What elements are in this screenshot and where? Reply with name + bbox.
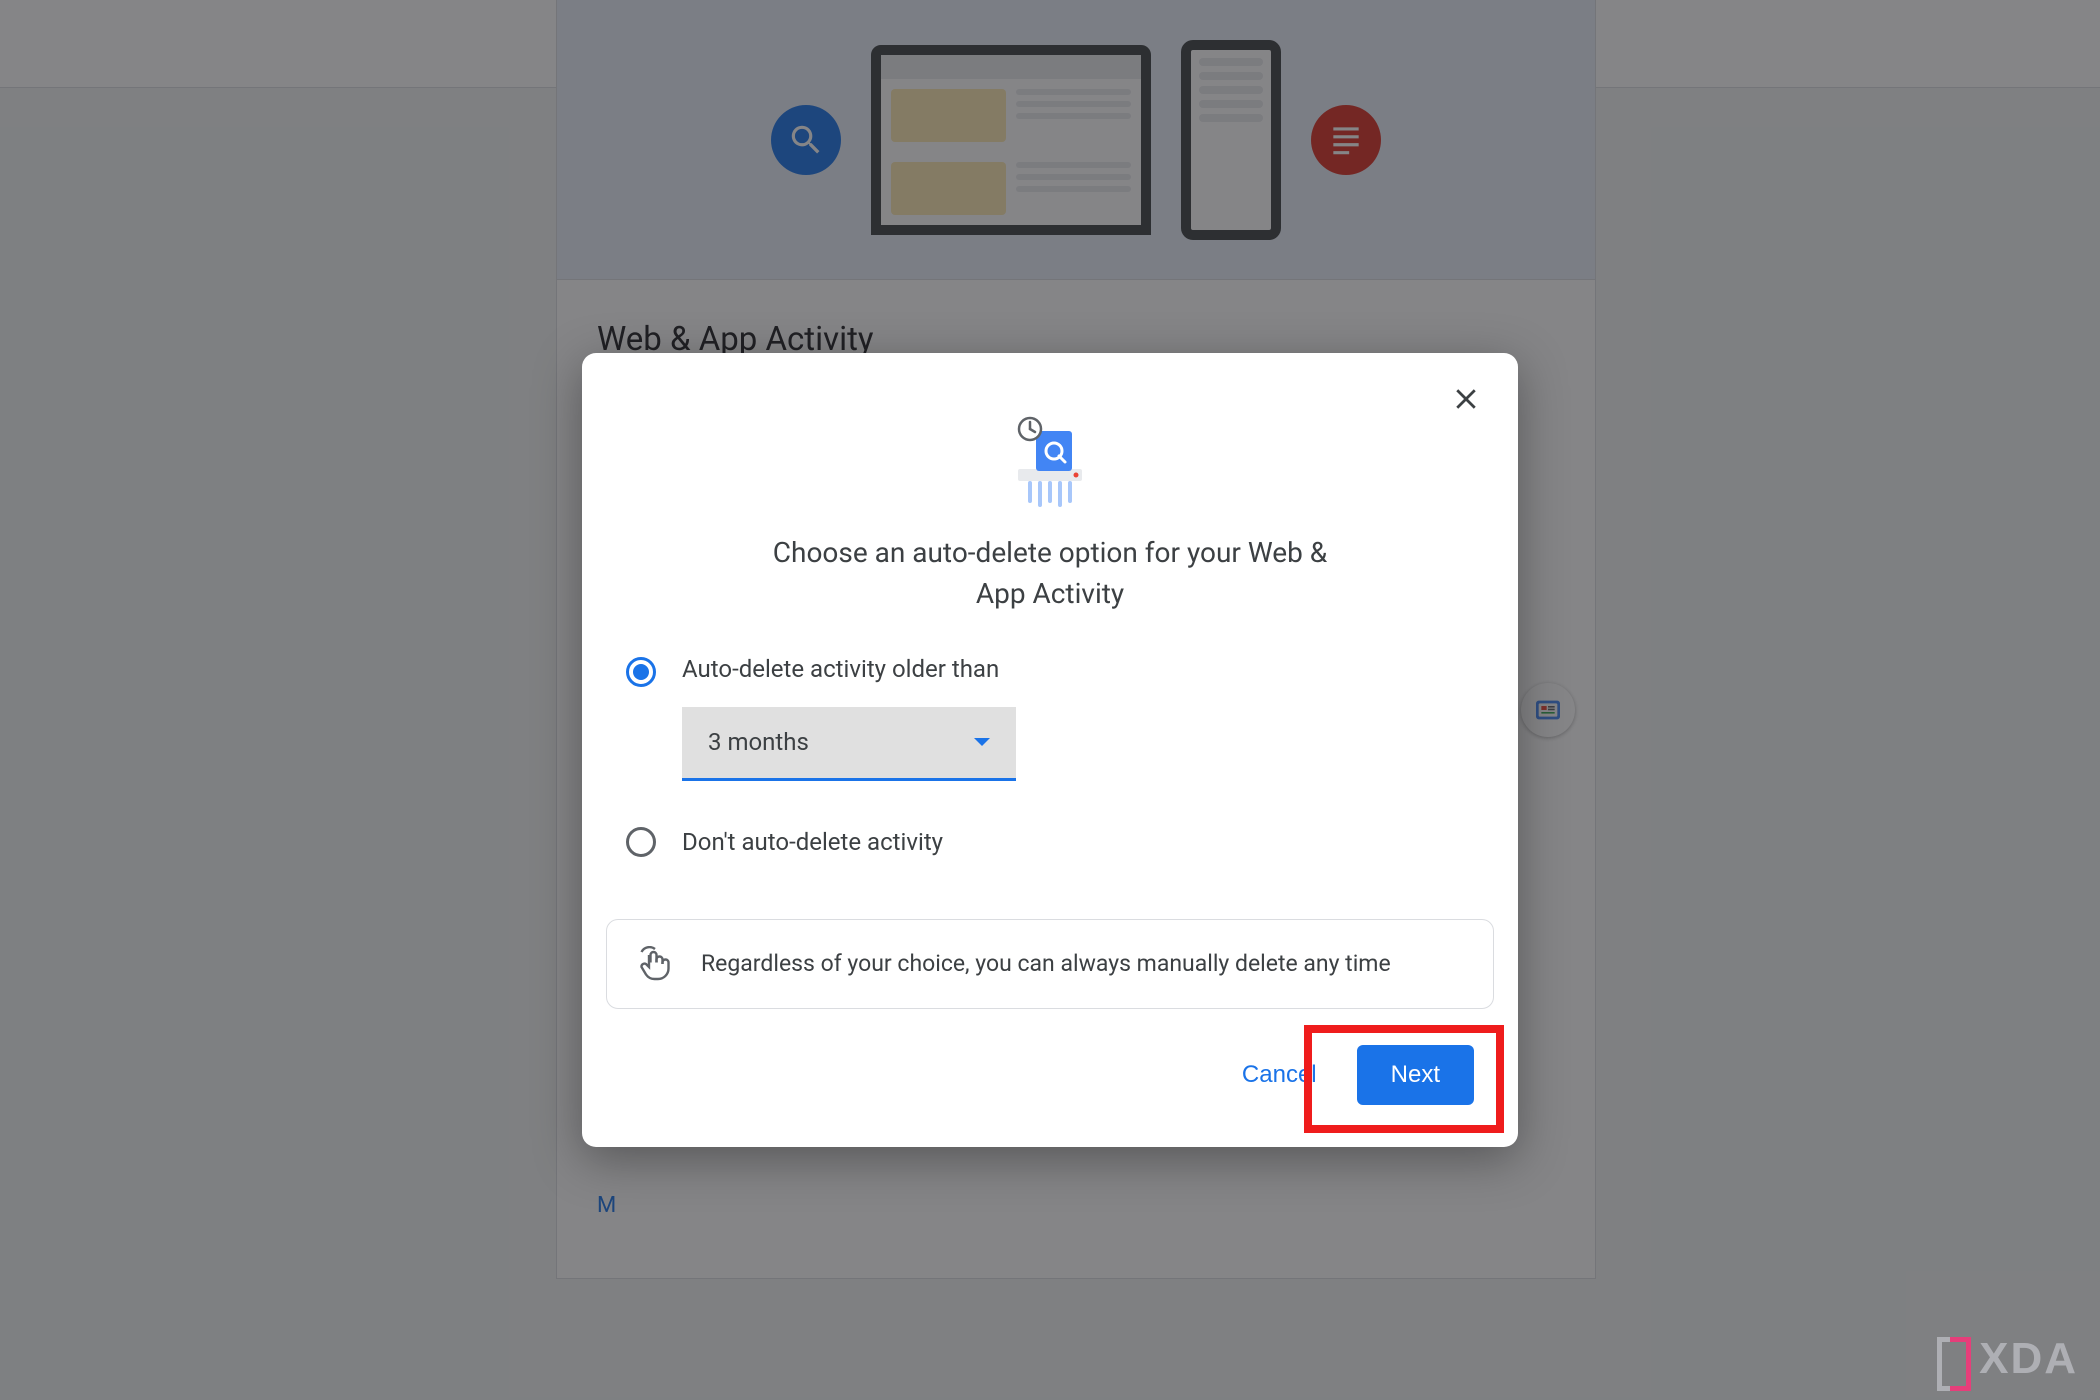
xda-watermark: XDA — [1937, 1334, 2078, 1384]
watermark-text: XDA — [1979, 1334, 2078, 1384]
option-auto-delete[interactable]: Auto-delete activity older than 3 months — [582, 655, 1518, 781]
radio-auto-delete[interactable] — [626, 657, 656, 687]
close-icon — [1451, 384, 1481, 414]
close-button[interactable] — [1442, 375, 1490, 423]
shredder-icon — [1000, 413, 1100, 513]
radio-no-delete[interactable] — [626, 827, 656, 857]
auto-delete-dialog: Choose an auto-delete option for your We… — [582, 353, 1518, 1146]
dialog-title: Choose an auto-delete option for your We… — [750, 533, 1350, 614]
modal-overlay: Choose an auto-delete option for your We… — [0, 0, 2100, 1400]
info-text: Regardless of your choice, you can alway… — [701, 950, 1391, 977]
info-note: Regardless of your choice, you can alway… — [606, 919, 1494, 1009]
cancel-button[interactable]: Cancel — [1224, 1049, 1335, 1101]
dropdown-value: 3 months — [708, 728, 809, 756]
next-button[interactable]: Next — [1357, 1045, 1474, 1105]
option-auto-delete-label: Auto-delete activity older than — [682, 655, 1016, 683]
option-no-delete[interactable]: Don't auto-delete activity — [582, 827, 1518, 857]
option-no-delete-label: Don't auto-delete activity — [682, 828, 943, 856]
duration-dropdown[interactable]: 3 months — [682, 707, 1016, 781]
chevron-down-icon — [974, 738, 990, 746]
tap-icon — [637, 946, 673, 982]
dialog-actions: Cancel Next — [582, 1009, 1518, 1123]
